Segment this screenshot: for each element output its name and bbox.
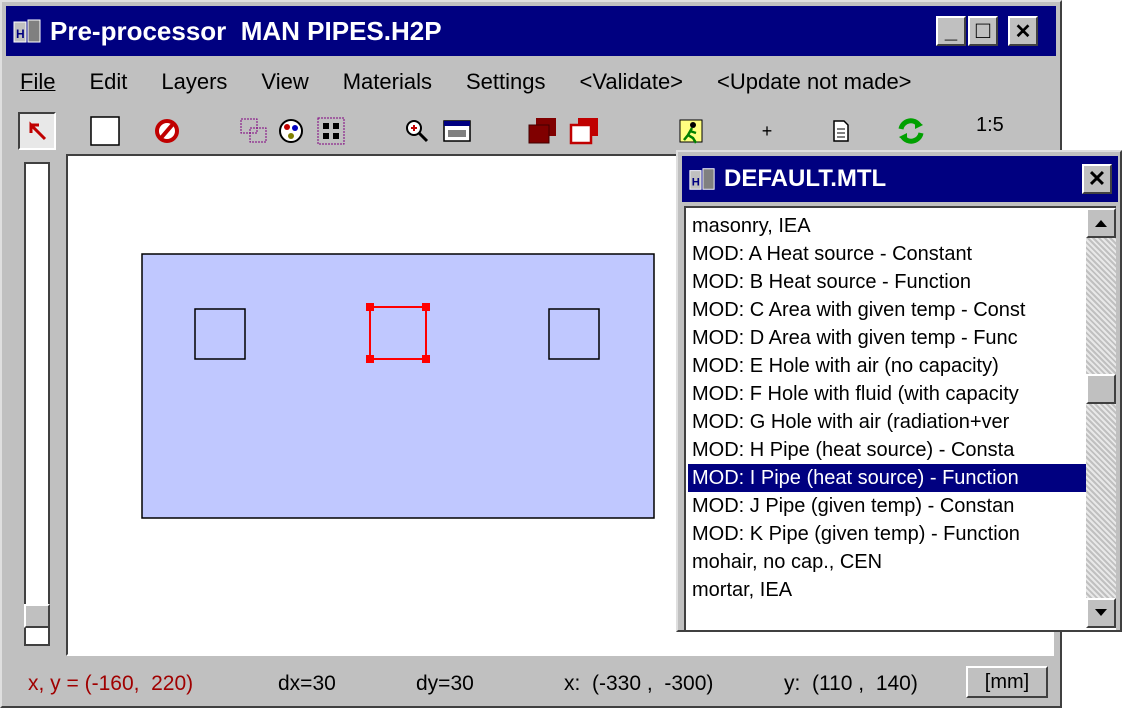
close-button[interactable]: ✕: [1008, 16, 1038, 46]
unit-button[interactable]: [mm]: [966, 666, 1048, 698]
document-icon[interactable]: [822, 112, 860, 150]
materials-close-button[interactable]: ✕: [1082, 164, 1112, 194]
list-item-selected[interactable]: MOD: I Pipe (heat source) - Function: [688, 464, 1092, 492]
send-back-icon[interactable]: [566, 112, 604, 150]
y-range: y: (110 , 140): [784, 672, 918, 695]
main-titlebar[interactable]: H Pre-processor MAN PIPES.H2P _ □ ✕: [6, 6, 1056, 56]
menu-view[interactable]: View: [261, 69, 308, 95]
maximize-button[interactable]: □: [968, 16, 998, 46]
bring-front-icon[interactable]: [524, 112, 562, 150]
grid-points-icon[interactable]: [312, 112, 350, 150]
app-icon: H: [12, 16, 42, 46]
list-item[interactable]: MOD: K Pipe (given temp) - Function: [692, 520, 1092, 548]
list-item[interactable]: MOD: D Area with given temp - Func: [692, 324, 1092, 352]
minimize-button[interactable]: _: [936, 16, 966, 46]
run-icon[interactable]: [672, 112, 710, 150]
materials-app-icon: H: [688, 165, 716, 193]
svg-text:H: H: [692, 177, 700, 189]
materials-list[interactable]: masonry, IEA MOD: A Heat source - Consta…: [684, 206, 1116, 630]
zoom-level: 1:5: [976, 114, 1004, 136]
scroll-up-button[interactable]: [1086, 208, 1116, 238]
rectangle-icon[interactable]: [86, 112, 124, 150]
select-arrow-icon[interactable]: [18, 112, 56, 150]
palette-icon[interactable]: [272, 112, 310, 150]
vertical-slider[interactable]: [24, 162, 50, 646]
list-item[interactable]: MOD: E Hole with air (no capacity): [692, 352, 1092, 380]
scroll-thumb[interactable]: [1086, 374, 1116, 404]
list-item[interactable]: MOD: B Heat source - Function: [692, 268, 1092, 296]
add-point-icon[interactable]: +: [748, 112, 786, 150]
list-item[interactable]: MOD: F Hole with fluid (with capacity: [692, 380, 1092, 408]
refresh-icon[interactable]: [892, 112, 930, 150]
materials-title-text: DEFAULT.MTL: [724, 165, 887, 192]
toolbar: + 1:5: [6, 108, 1056, 152]
dy-value: dy=30: [416, 672, 474, 695]
materials-titlebar[interactable]: H DEFAULT.MTL ✕: [682, 156, 1118, 202]
zoom-window-icon[interactable]: [438, 112, 476, 150]
slider-thumb[interactable]: [24, 604, 50, 628]
no-symbol-icon[interactable]: [148, 112, 186, 150]
zoom-in-icon[interactable]: [398, 112, 436, 150]
status-bar: x, y = (-160, 220) dx=30 dy=30 x: (-330 …: [6, 662, 1056, 704]
list-item[interactable]: MOD: H Pipe (heat source) - Consta: [692, 436, 1092, 464]
menu-materials[interactable]: Materials: [343, 69, 432, 95]
list-item[interactable]: MOD: G Hole with air (radiation+ver: [692, 408, 1092, 436]
materials-window: H DEFAULT.MTL ✕ masonry, IEA MOD: A Heat…: [676, 150, 1122, 632]
list-item[interactable]: mohair, no cap., CEN: [692, 548, 1092, 576]
list-scrollbar[interactable]: [1086, 208, 1116, 628]
main-title-text: Pre-processor MAN PIPES.H2P: [50, 15, 442, 46]
menu-layers[interactable]: Layers: [161, 69, 227, 95]
x-range: x: (-330 , -300): [564, 672, 714, 695]
scroll-down-button[interactable]: [1086, 598, 1116, 628]
list-item[interactable]: MOD: A Heat source - Constant: [692, 240, 1092, 268]
svg-text:H: H: [16, 27, 25, 41]
menu-bar: File Edit Layers View Materials Settings…: [6, 60, 1056, 104]
list-item[interactable]: masonry, IEA: [692, 212, 1092, 240]
menu-update[interactable]: <Update not made>: [717, 69, 911, 95]
layers-icon[interactable]: [234, 112, 272, 150]
menu-file[interactable]: File: [20, 69, 55, 95]
list-item[interactable]: MOD: J Pipe (given temp) - Constan: [692, 492, 1092, 520]
list-item[interactable]: MOD: C Area with given temp - Const: [692, 296, 1092, 324]
list-item[interactable]: mortar, IEA: [692, 576, 1092, 604]
cursor-coordinates: x, y = (-160, 220): [28, 672, 194, 695]
menu-edit[interactable]: Edit: [89, 69, 127, 95]
menu-validate[interactable]: <Validate>: [579, 69, 683, 95]
menu-settings[interactable]: Settings: [466, 69, 546, 95]
region-rectangle[interactable]: [141, 253, 655, 519]
dx-value: dx=30: [278, 672, 336, 695]
